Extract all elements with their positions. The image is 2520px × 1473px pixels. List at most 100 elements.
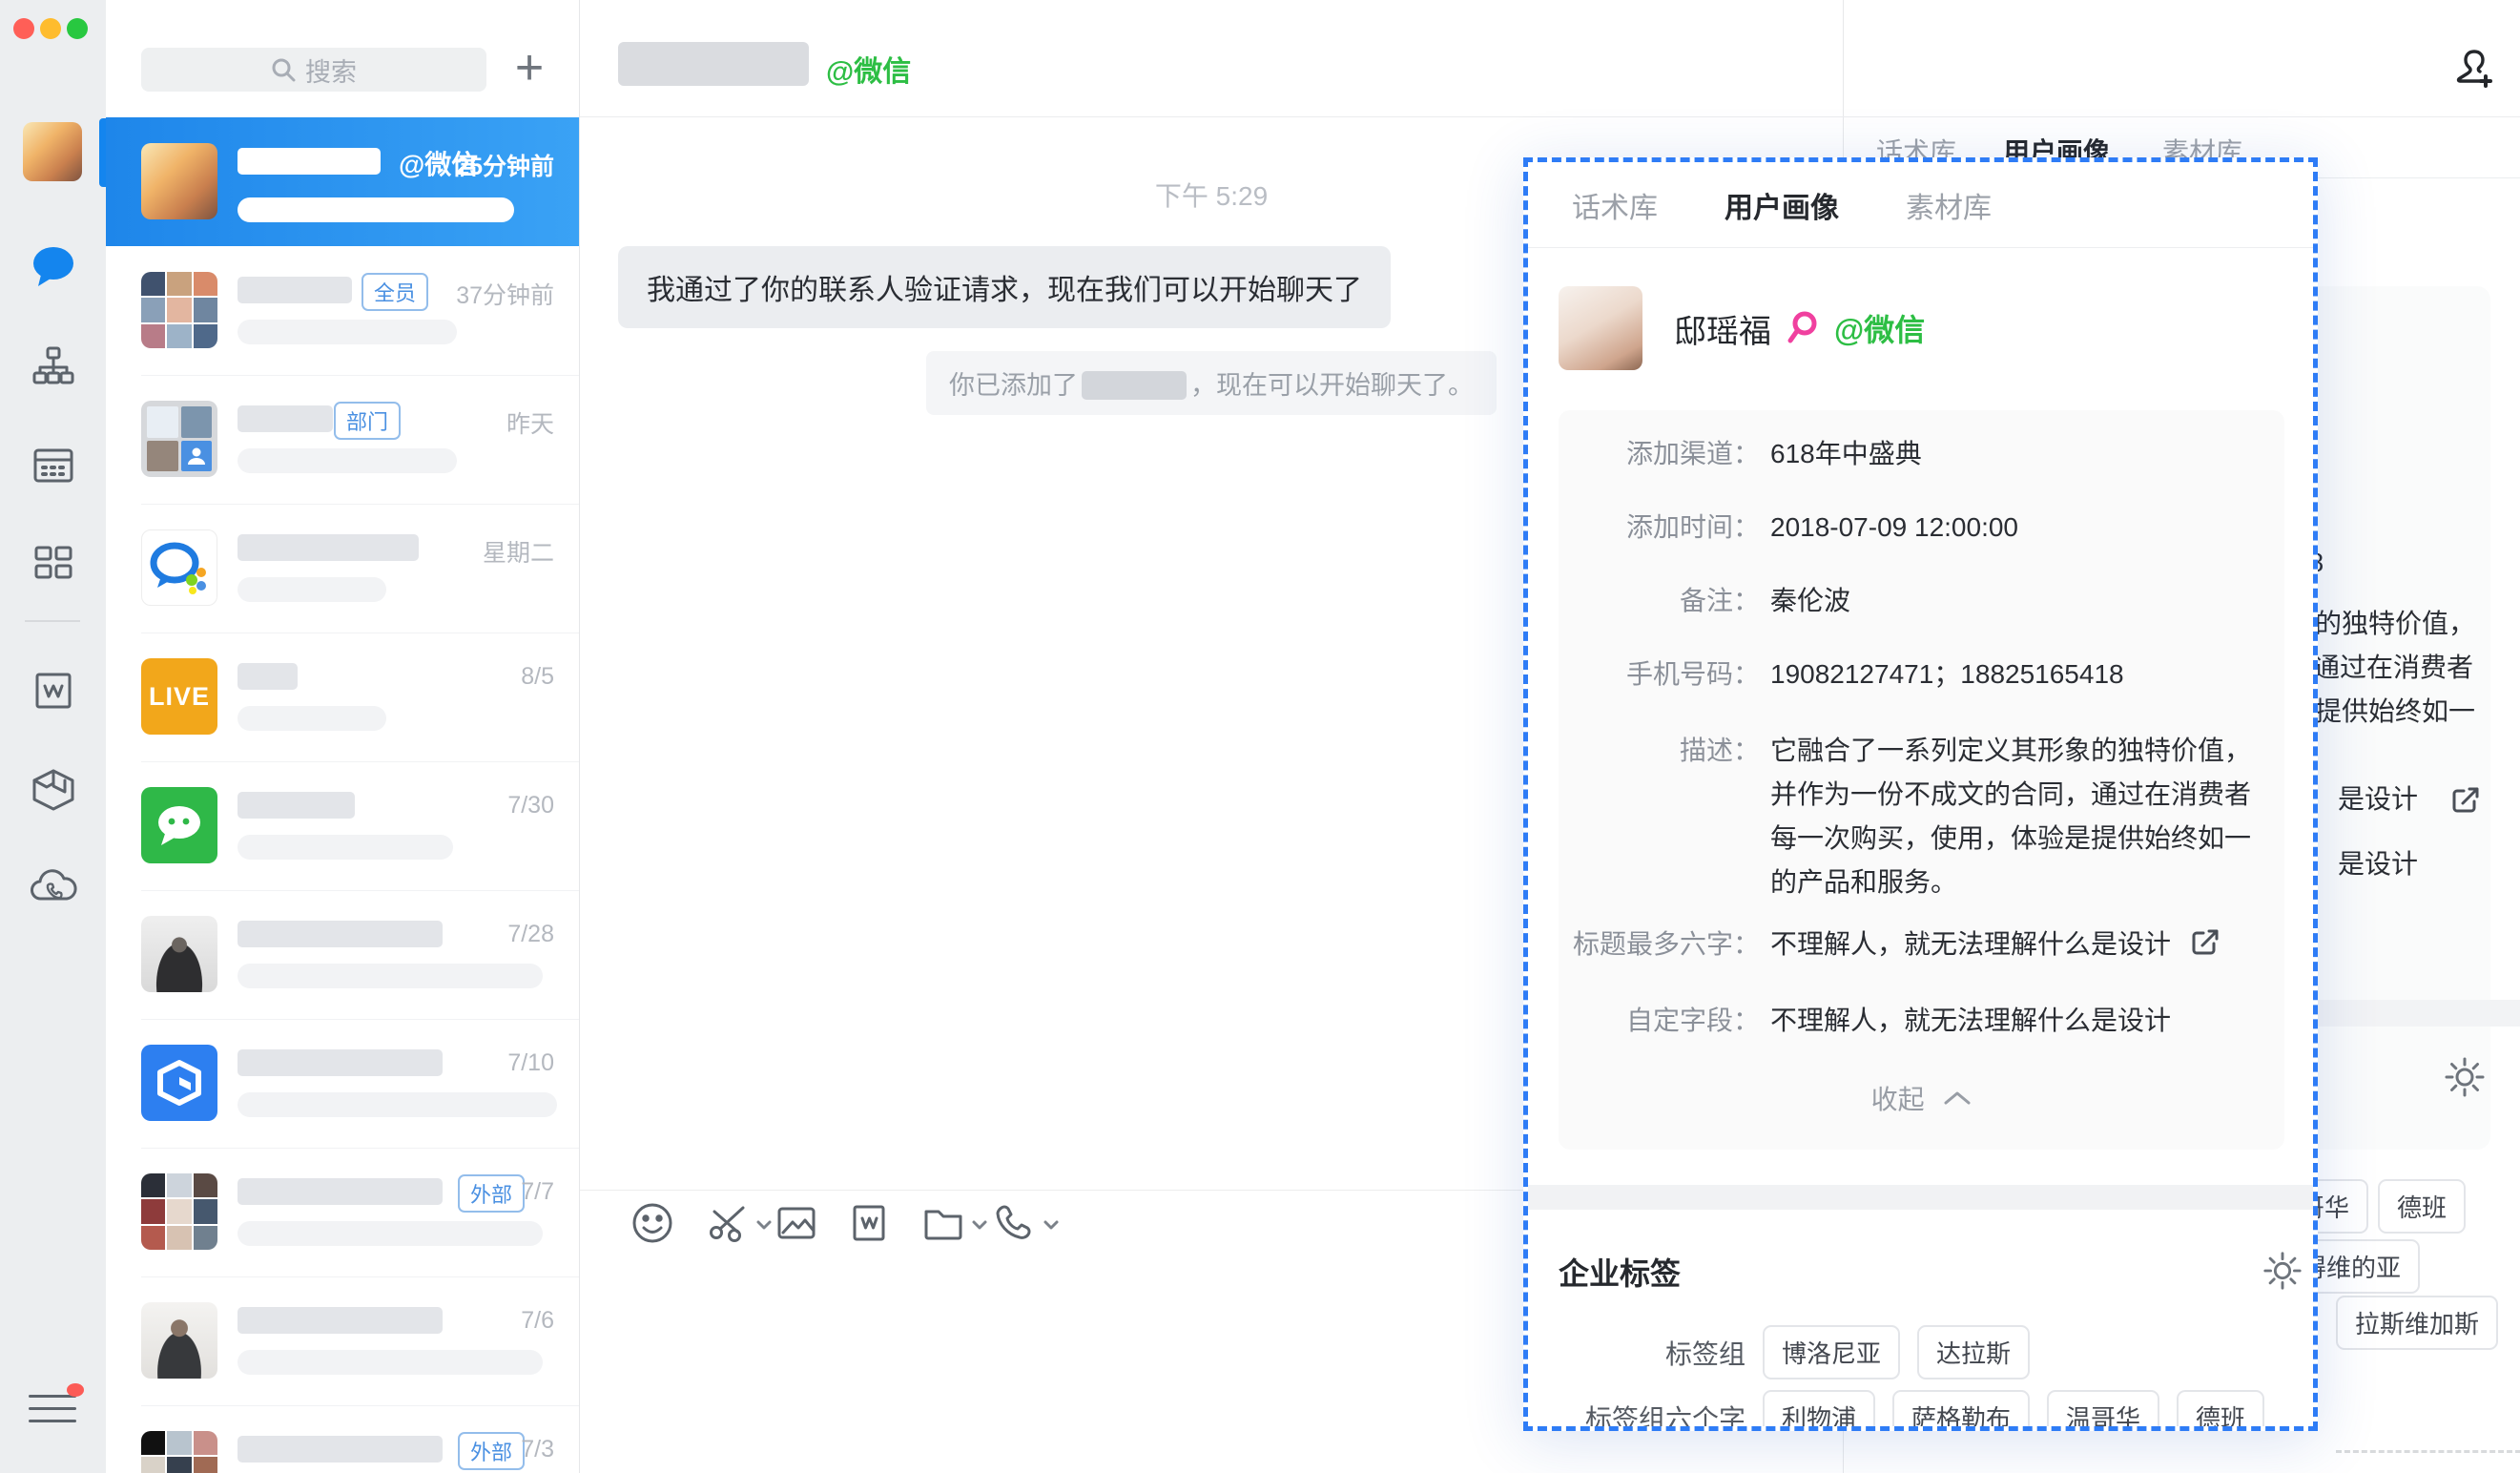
field-value: 秦伦波 [1770, 582, 1850, 620]
screenshot-scissors-icon[interactable] [705, 1200, 751, 1246]
tab-script-library[interactable]: 话术库 [1572, 184, 1658, 226]
field-label: 标题最多六字： [1559, 925, 1760, 964]
system-message: 你已添加了，现在可以开始聊天了。 [926, 351, 1497, 415]
search-input[interactable]: 搜索 [141, 48, 486, 92]
description-line: 它融合了一系列定义其形象的独特价值， [1770, 729, 2251, 773]
avatar [141, 1431, 217, 1473]
field-value: 不理解人，就无法理解什么是设计 [1770, 1002, 2171, 1040]
sidebar-item-docs-w[interactable] [0, 668, 106, 714]
sidebar-item-drive[interactable] [0, 767, 106, 813]
chat-list-item[interactable]: 7/6 [106, 1276, 580, 1405]
avatar [141, 1173, 217, 1250]
gear-icon[interactable] [2262, 1250, 2303, 1292]
close-window-button[interactable] [13, 18, 34, 39]
peer-wechat-suffix: @微信 [826, 48, 911, 90]
chat-list-item[interactable]: LIVE 8/5 [106, 633, 580, 761]
tag-group-row: 标签组 博洛尼亚 达拉斯 [1528, 1325, 2313, 1380]
sidebar-divider [25, 620, 80, 622]
grid-apps-icon [31, 540, 76, 586]
folder-icon[interactable] [920, 1200, 966, 1246]
chat-time: 7/10 [507, 1049, 554, 1077]
tag[interactable]: 博洛尼亚 [1763, 1325, 1900, 1380]
redacted-name [238, 1436, 443, 1463]
tag-group-label: 标签组六个字 [1528, 1399, 1745, 1432]
redacted-message [238, 577, 386, 602]
sidebar-item-contacts[interactable] [0, 343, 106, 389]
gear-icon[interactable] [2443, 1055, 2487, 1099]
description-line: 的产品和服务。 [1770, 861, 2251, 904]
search-placeholder: 搜索 [305, 52, 357, 89]
tag[interactable]: 德班 [2177, 1390, 2264, 1431]
chat-time: 7/3 [521, 1436, 554, 1463]
redacted-message [238, 197, 514, 222]
description-line: 每一次购买，使用，体验是提供始终如一 [1770, 817, 2251, 861]
section-divider [1528, 1185, 2313, 1210]
edit-icon[interactable] [2450, 785, 2481, 816]
active-nav-indicator [99, 118, 106, 187]
tag[interactable]: 温哥华 [2047, 1390, 2159, 1431]
sidebar-item-workbench[interactable] [0, 540, 106, 586]
profile-fields-card: 添加渠道： 618年中盛典 添加时间： 2018-07-09 12:00:00 … [1559, 410, 2284, 1150]
redacted-message [238, 835, 453, 860]
female-gender-icon [1787, 310, 1819, 346]
chat-time: 7/28 [507, 921, 554, 948]
redacted-name [238, 663, 298, 690]
field-row: 添加渠道： 618年中盛典 [1559, 435, 2284, 473]
chat-list-item[interactable]: 7/30 [106, 761, 580, 890]
system-message-prefix: 你已添加了 [949, 371, 1078, 400]
new-chat-button[interactable]: + [506, 46, 553, 93]
chat-list-item[interactable]: 7/28 [106, 890, 580, 1019]
field-label: 手机号码： [1559, 655, 1760, 694]
field-row: 手机号码： 19082127471；18825165418 [1559, 655, 2284, 694]
badge-external: 外部 [458, 1174, 525, 1213]
redacted-name [238, 405, 333, 432]
description-fragment: 通过在消费者 [2313, 649, 2473, 687]
emoji-icon[interactable] [630, 1200, 675, 1246]
edit-icon[interactable] [2190, 927, 2220, 958]
tab-user-portrait[interactable]: 用户画像 [1725, 184, 1839, 226]
tag[interactable]: 利物浦 [1763, 1390, 1875, 1431]
user-avatar[interactable] [23, 122, 82, 181]
chat-list-item[interactable]: 外部 7/7 [106, 1148, 580, 1276]
wecom-logo-icon [142, 530, 217, 605]
sidebar-item-messages[interactable] [0, 244, 106, 288]
chevron-down-icon[interactable] [754, 1215, 774, 1234]
chat-list-item[interactable]: 7/10 [106, 1019, 580, 1148]
contact-name: 邸瑶福 [1674, 305, 1771, 352]
wecom-app-window: 搜索 + @微信 25分钟前 全员 37分钟前 [0, 0, 2520, 1473]
tag[interactable]: 德班 [2378, 1179, 2466, 1234]
chat-list-item-selected[interactable]: @微信 25分钟前 [106, 117, 580, 246]
tab-material-library[interactable]: 素材库 [1906, 184, 1992, 226]
add-contact-icon[interactable] [2448, 42, 2501, 95]
tag[interactable]: 达拉斯 [1917, 1325, 2030, 1380]
redacted-message [238, 1221, 543, 1246]
box-logo-icon [155, 1058, 204, 1108]
phone-call-icon[interactable] [990, 1200, 1036, 1246]
chevron-down-icon[interactable] [970, 1215, 989, 1234]
chat-time: 7/30 [507, 792, 554, 819]
chat-list-item[interactable]: 外部 7/3 [106, 1405, 580, 1473]
collapse-button[interactable]: 收起 [1559, 1079, 2284, 1117]
tag[interactable]: 萨格勒布 [1892, 1390, 2030, 1431]
redacted-peer-name [618, 42, 809, 86]
chevron-down-icon[interactable] [1042, 1215, 1061, 1234]
chat-list-item[interactable]: 星期二 [106, 504, 580, 633]
image-icon[interactable] [774, 1200, 819, 1246]
enterprise-tags-title: 企业标签 [1559, 1250, 1681, 1294]
minimize-window-button[interactable] [40, 18, 61, 39]
chat-list-item[interactable]: 部门 昨天 [106, 375, 580, 504]
tag[interactable]: 拉斯维加斯 [2336, 1296, 2498, 1350]
sidebar-item-cloud-call[interactable] [0, 864, 106, 908]
redacted-name [238, 148, 381, 175]
field-label: 自定字段： [1559, 1002, 1760, 1040]
avatar [141, 916, 217, 992]
sidebar-item-calendar[interactable] [0, 443, 106, 488]
live-avatar: LIVE [141, 658, 217, 735]
chat-list-item[interactable]: 全员 37分钟前 [106, 246, 580, 375]
doc-w-icon[interactable] [846, 1200, 892, 1246]
header-divider [580, 116, 2520, 117]
wecom-logo-avatar [141, 529, 217, 606]
sidebar-menu-button[interactable] [29, 1395, 76, 1422]
avatar [141, 143, 217, 219]
zoom-window-button[interactable] [67, 18, 88, 39]
